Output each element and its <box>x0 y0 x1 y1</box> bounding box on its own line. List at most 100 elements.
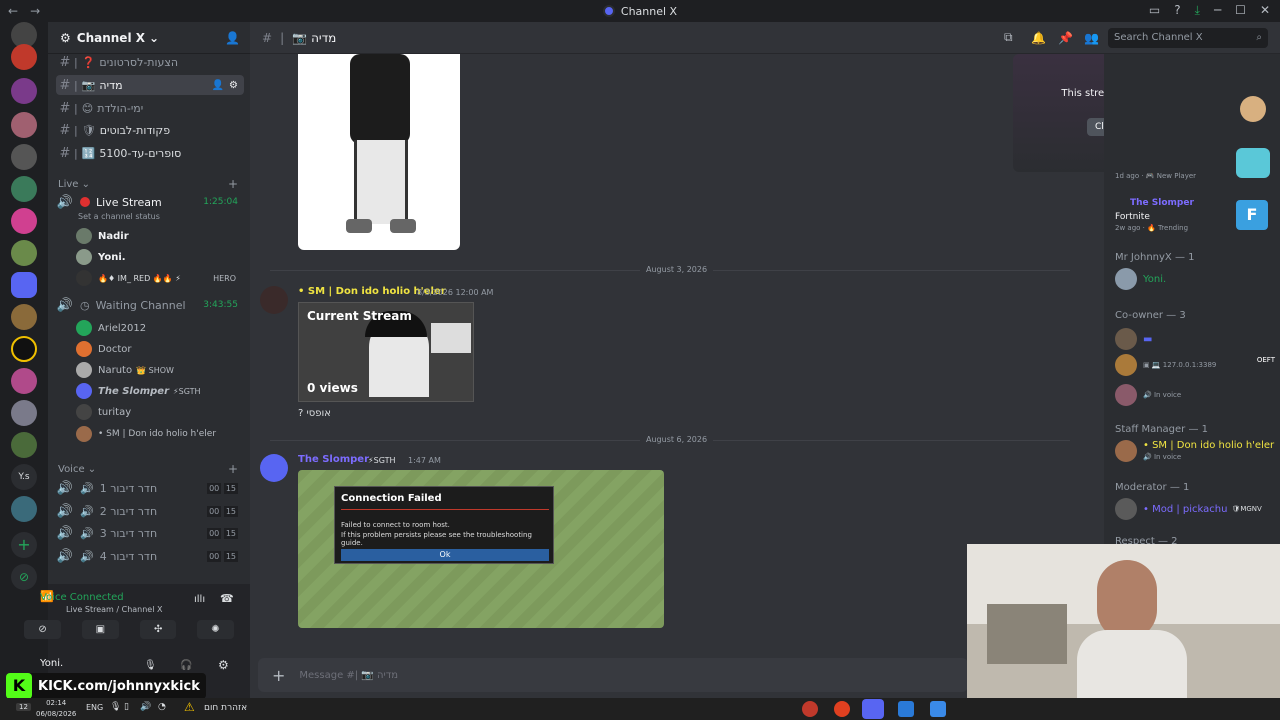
server-icon[interactable] <box>11 336 37 362</box>
server-icon[interactable] <box>11 496 37 522</box>
forward-icon[interactable]: → <box>30 4 40 18</box>
mic-tray-icon[interactable]: 🎙 <box>110 702 121 712</box>
activity-thumb[interactable] <box>1240 96 1266 122</box>
member-item[interactable]: ▬ <box>1115 328 1152 350</box>
disconnect-icon[interactable]: ☎ <box>220 592 234 605</box>
image-attachment[interactable] <box>298 54 460 250</box>
voice-room[interactable]: 🔊 🔊 חדר דיבור 4 00 15 <box>56 546 244 566</box>
server-icon[interactable] <box>11 78 37 104</box>
activity-thumb[interactable] <box>1236 148 1270 178</box>
server-icon[interactable] <box>11 176 37 202</box>
invite-icon[interactable]: 👤 <box>212 80 224 91</box>
server-icon[interactable] <box>11 368 37 394</box>
voice-user[interactable]: Doctor <box>76 339 131 359</box>
close-button[interactable]: ✕ <box>1260 3 1270 18</box>
back-icon[interactable]: ← <box>8 4 18 18</box>
headphones-icon[interactable]: 🎧 <box>180 660 192 671</box>
user-settings-icon[interactable]: ⚙ <box>218 658 229 672</box>
bell-icon[interactable]: 🔔 <box>1031 31 1046 45</box>
voice-user[interactable]: turitay <box>76 402 131 422</box>
avatar[interactable] <box>260 286 288 314</box>
fortnite-thumb[interactable]: F <box>1236 200 1268 230</box>
avatar[interactable] <box>260 454 288 482</box>
channel-x-server-icon[interactable] <box>11 272 37 298</box>
notification-icon[interactable]: ◔ <box>158 702 166 712</box>
discord-taskbar-icon[interactable] <box>862 699 884 719</box>
heat-warning[interactable]: אזהרת חום <box>204 703 247 713</box>
server-icon[interactable]: Y.s <box>11 464 37 490</box>
inbox-icon[interactable]: ▭ <box>1149 3 1160 18</box>
volume-icon[interactable]: 🔊 <box>140 702 151 712</box>
dialog-ok-button[interactable]: Ok <box>341 549 549 561</box>
member-item[interactable]: • SM | Don ido holio h'eler 🔊 In voice <box>1115 440 1274 462</box>
camera-off-icon[interactable]: ⊘ <box>24 620 61 639</box>
voice-room[interactable]: 🔊 🔊 חדר דיבור 1 00 15 <box>56 478 244 498</box>
activity-user[interactable]: The Slomper <box>1130 198 1194 208</box>
member-item[interactable]: • Mod | pickachu 🛡MGNV <box>1115 498 1262 520</box>
voice-channel-live-stream[interactable]: 🔊 Live Stream 1:25:04 <box>56 192 244 212</box>
channel-item-media[interactable]: # | 📷 מדיה 👤 ⚙ <box>56 75 244 95</box>
member-item[interactable]: Yoni. <box>1115 268 1166 290</box>
soundboard-button[interactable]: ✺ <box>197 620 234 639</box>
server-icon[interactable] <box>11 112 37 138</box>
member-item[interactable]: 🔊 In voice <box>1115 384 1181 406</box>
voice-user[interactable]: Naruto 👑 SHOW <box>76 360 174 380</box>
add-channel-icon[interactable]: + <box>228 177 238 191</box>
pin-icon[interactable]: 📌 <box>1058 31 1073 45</box>
add-channel-icon[interactable]: + <box>228 462 238 476</box>
stream-embed[interactable]: Current Stream 0 views <box>298 302 474 402</box>
category-voice[interactable]: Voice ⌄ <box>58 464 96 475</box>
discover-icon[interactable]: ⊘ <box>11 564 37 590</box>
mic-icon[interactable]: 🎙 <box>144 660 157 671</box>
clock[interactable]: 02:14 06/08/2026 <box>36 698 76 720</box>
add-server-icon[interactable]: + <box>11 532 37 558</box>
current-user-name[interactable]: Yoni. <box>40 658 63 669</box>
voice-user[interactable]: The Slomper ⚡SGTH <box>76 381 201 401</box>
server-icon[interactable] <box>11 304 37 330</box>
threads-icon[interactable]: ⧉ <box>1004 30 1013 45</box>
minimize-button[interactable]: ─ <box>1214 3 1221 18</box>
screenshot-attachment[interactable]: Connection Failed Failed to connect to r… <box>298 470 664 628</box>
voice-room[interactable]: 🔊 🔊 חדר דיבור 2 00 15 <box>56 501 244 521</box>
server-icon[interactable] <box>11 208 37 234</box>
taskbar-app-icon[interactable] <box>834 701 850 717</box>
taskbar-app-icon[interactable] <box>898 701 914 717</box>
store-icon[interactable] <box>930 701 946 717</box>
server-icon[interactable] <box>11 144 37 170</box>
network-icon[interactable]: ▯ <box>124 702 129 712</box>
server-icon[interactable] <box>11 44 37 70</box>
voice-user[interactable]: 🔥♦ IM_ RED 🔥🔥 ⚡ HERO <box>76 268 236 288</box>
voice-user[interactable]: Yoni. <box>76 247 126 267</box>
search-input[interactable]: Search Channel X ⌕ <box>1108 28 1268 48</box>
screen-share-icon[interactable]: ▣ <box>81 620 120 639</box>
server-header[interactable]: ⚙ Channel X ⌄ 👤 <box>48 22 250 54</box>
activities-icon[interactable]: ✣ <box>139 620 177 639</box>
server-icon[interactable] <box>11 400 37 426</box>
soundboard-icon[interactable]: ıllı <box>194 594 205 605</box>
channel-item[interactable]: # | ❓ הצעות-לסרטונים <box>56 52 244 72</box>
voice-user[interactable]: Ariel2012 <box>76 318 146 338</box>
voice-location[interactable]: Live Stream / Channel X <box>66 605 162 614</box>
settings-icon[interactable]: ⚙ <box>229 80 238 91</box>
add-member-icon[interactable]: 👤 <box>225 31 240 45</box>
voice-channel-waiting[interactable]: 🔊 ◷ Waiting Channel 3:43:55 <box>56 295 244 315</box>
category-live[interactable]: Live ⌄ <box>58 179 90 190</box>
channel-item[interactable]: # | 😊 ימי-הולדת <box>56 98 244 118</box>
channel-status-hint[interactable]: Set a channel status <box>78 212 160 221</box>
channel-item[interactable]: # | 🛡 פקודות-לבוטים <box>56 120 244 140</box>
language-indicator[interactable]: ENG <box>86 703 103 712</box>
message-author[interactable]: The Slomper <box>298 454 369 465</box>
voice-user[interactable]: • SM | Don ido holio h'eler <box>76 424 216 444</box>
server-icon[interactable] <box>11 432 37 458</box>
member-item[interactable]: ▣ 💻 127.0.0.1:3389 OEFT <box>1115 354 1275 376</box>
help-icon[interactable]: ? <box>1174 3 1180 18</box>
download-icon[interactable]: ⤓ <box>1195 3 1200 18</box>
voice-room[interactable]: 🔊 🔊 חדר דיבור 3 00 15 <box>56 523 244 543</box>
members-icon[interactable]: 👥 <box>1084 31 1099 45</box>
maximize-button[interactable]: ☐ <box>1235 3 1246 18</box>
channel-item[interactable]: # | 🔢 סופרים-עד-5100 <box>56 143 244 163</box>
server-icon[interactable] <box>11 240 37 266</box>
message-input[interactable]: + Message #| 📷 מדיה <box>258 658 968 692</box>
voice-user[interactable]: Nadir <box>76 226 129 246</box>
taskbar-app-icon[interactable] <box>802 701 818 717</box>
